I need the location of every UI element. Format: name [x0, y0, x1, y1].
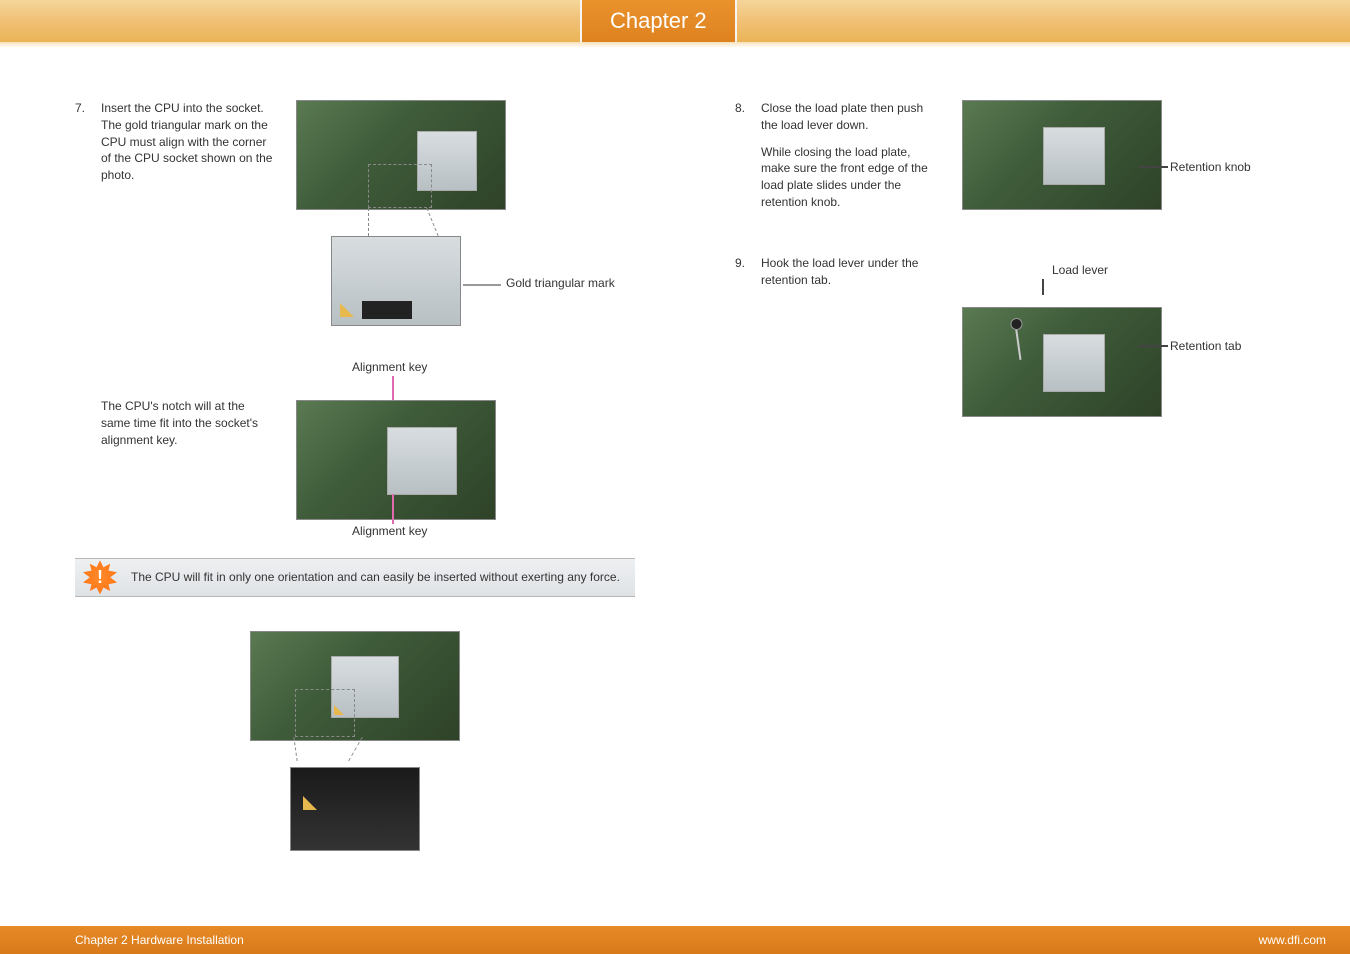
- gold-triangular-mark-icon: [340, 303, 354, 317]
- footer-chapter-title: Chapter 2 Hardware Installation: [75, 933, 244, 947]
- step-9: 9. Hook the load lever under the retenti…: [735, 255, 936, 289]
- retention-tab-label: Retention tab: [1170, 339, 1241, 353]
- step-text: Insert the CPU into the socket. The gold…: [101, 100, 276, 184]
- step-text: While closing the load plate, make sure …: [761, 144, 936, 211]
- figure-step7: Gold triangular mark: [276, 100, 635, 326]
- cpu-chip-icon: [1043, 127, 1105, 185]
- gold-triangular-mark-icon: [303, 796, 317, 810]
- page-content: 7. Insert the CPU into the socket. The g…: [75, 100, 1290, 894]
- step-number: 8.: [735, 100, 751, 211]
- hook-load-lever-photo: [962, 307, 1162, 417]
- inserted-cpu-zoom: [290, 767, 420, 851]
- gold-mark-label: Gold triangular mark: [506, 276, 615, 290]
- step-8: 8. Close the load plate then push the lo…: [735, 100, 936, 211]
- close-load-plate-photo: [962, 100, 1162, 210]
- footer-url: www.dfi.com: [1259, 933, 1326, 947]
- chapter-tab: Chapter 2: [580, 0, 737, 42]
- inserted-cpu-photo: [250, 631, 460, 741]
- left-column: 7. Insert the CPU into the socket. The g…: [75, 100, 635, 894]
- caution-icon: !: [83, 560, 117, 594]
- load-lever-label: Load lever: [998, 263, 1162, 277]
- step-number: 7.: [75, 100, 91, 184]
- footer-bar: Chapter 2 Hardware Installation www.dfi.…: [0, 926, 1350, 954]
- header-band: Chapter 2: [0, 0, 1350, 42]
- figure-inserted-cpu: [75, 611, 635, 851]
- caution-note: ! The CPU will fit in only one orientati…: [75, 558, 635, 597]
- step-7: 7. Insert the CPU into the socket. The g…: [75, 100, 276, 184]
- cpu-zoom-photo: [331, 236, 461, 326]
- load-lever-icon: [1015, 324, 1022, 360]
- cpu-chip-icon: [331, 656, 399, 718]
- alignment-key-label-top: Alignment key: [352, 360, 427, 374]
- cpu-chip-icon: [417, 131, 477, 191]
- cpu-socket-photo: [296, 100, 506, 210]
- cpu-chip-icon: [1043, 334, 1105, 392]
- step-number: 9.: [735, 255, 751, 289]
- alignment-key-label-bottom: Alignment key: [352, 524, 427, 538]
- step-text: Hook the load lever under the retention …: [761, 255, 936, 289]
- gold-triangular-mark-icon: [334, 705, 344, 715]
- alignment-key-photo: [296, 400, 496, 520]
- step-text: Close the load plate then push the load …: [761, 100, 936, 134]
- caution-text: The CPU will fit in only one orientation…: [131, 570, 620, 584]
- retention-knob-label: Retention knob: [1170, 160, 1251, 174]
- right-column: 8. Close the load plate then push the lo…: [735, 100, 1290, 894]
- cpu-notch-note: The CPU's notch will at the same time fi…: [101, 398, 276, 448]
- cpu-chip-icon: [387, 427, 457, 495]
